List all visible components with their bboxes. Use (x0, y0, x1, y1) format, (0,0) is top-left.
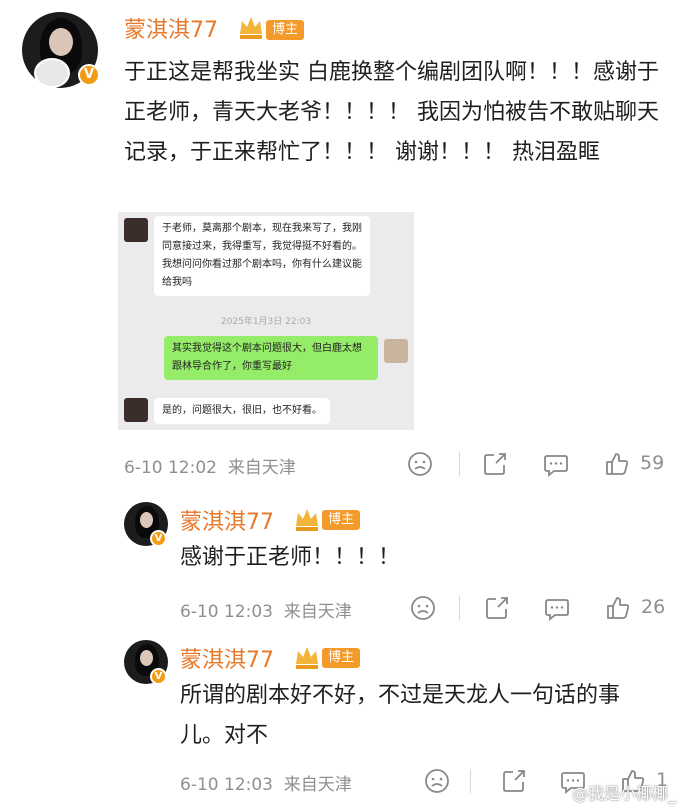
like-count: 26 (641, 596, 666, 618)
divider (459, 452, 460, 476)
chat-avatar (124, 398, 148, 422)
comment-meta: 6-10 12:03 来自天津 (180, 597, 352, 622)
divider (470, 769, 471, 793)
username[interactable]: 蒙淇淇77 (180, 642, 274, 674)
avatar-face (49, 28, 73, 56)
dislike-icon[interactable] (424, 768, 450, 794)
verified-v-icon: V (150, 530, 167, 547)
comment-time: 6-10 12:03 (180, 602, 273, 622)
comment-text: 感谢于正老师！！！！ (180, 545, 401, 570)
share-icon[interactable] (482, 451, 508, 477)
comment-meta: 6-10 12:03 来自天津 (180, 770, 352, 795)
comment-meta: 6-10 12:02 来自天津 (124, 453, 296, 478)
comment-source: 来自天津 (227, 458, 296, 478)
comment-source: 来自天津 (283, 602, 352, 622)
comment-icon[interactable] (543, 451, 569, 477)
role-badge: 博主 (322, 510, 361, 530)
crown-icon (296, 509, 318, 531)
dislike-icon[interactable] (410, 595, 436, 621)
like-icon[interactable] (605, 595, 631, 621)
comment-time: 6-10 12:03 (180, 775, 273, 795)
share-icon[interactable] (484, 595, 510, 621)
crown-icon (296, 647, 318, 669)
comment-source: 来自天津 (283, 775, 352, 795)
role-badge: 博主 (266, 20, 305, 40)
chat-timestamp: 2025年1月3日 22:03 (220, 317, 312, 327)
chat-bubble: 其实我觉得这个剧本问题很大，但白鹿太想跟林导合作了，你重写最好 (164, 336, 378, 380)
divider (459, 596, 460, 620)
avatar-face (140, 512, 153, 528)
chat-bubble: 于老师，莫离那个剧本，现在我来写了，我刚同意接过来，我得重写，我觉得挺不好看的。… (154, 216, 370, 296)
verified-v-icon: V (150, 668, 167, 685)
comment-text: 所谓的剧本好不好，不过是天龙人一句话的事儿。对不 (180, 683, 621, 748)
username[interactable]: 蒙淇淇77 (180, 504, 274, 536)
chat-avatar (384, 339, 408, 363)
comment-text: 于正这是帮我坐实 白鹿换整个编剧团队啊！！！感谢于正老师，青天大老爷！！！！ 我… (124, 60, 659, 165)
watermark: @我是小椰椰_ (571, 784, 676, 803)
dislike-icon[interactable] (407, 451, 433, 477)
chat-screenshot: 于老师，莫离那个剧本，现在我来写了，我刚同意接过来，我得重写，我觉得挺不好看的。… (118, 212, 414, 430)
like-icon[interactable] (604, 451, 630, 477)
chat-avatar (124, 218, 148, 242)
verified-v-icon: V (78, 64, 100, 86)
crown-icon (240, 17, 262, 39)
chat-bubble: 是的，问题很大，很旧，也不好看。 (154, 398, 330, 424)
username[interactable]: 蒙淇淇77 (124, 12, 218, 44)
role-badge: 博主 (322, 648, 361, 668)
share-icon[interactable] (501, 768, 527, 794)
comment-time: 6-10 12:02 (124, 458, 217, 478)
like-count: 59 (640, 452, 665, 474)
avatar-face (140, 650, 153, 666)
avatar-sub-photo (34, 58, 70, 88)
comment-icon[interactable] (544, 595, 570, 621)
